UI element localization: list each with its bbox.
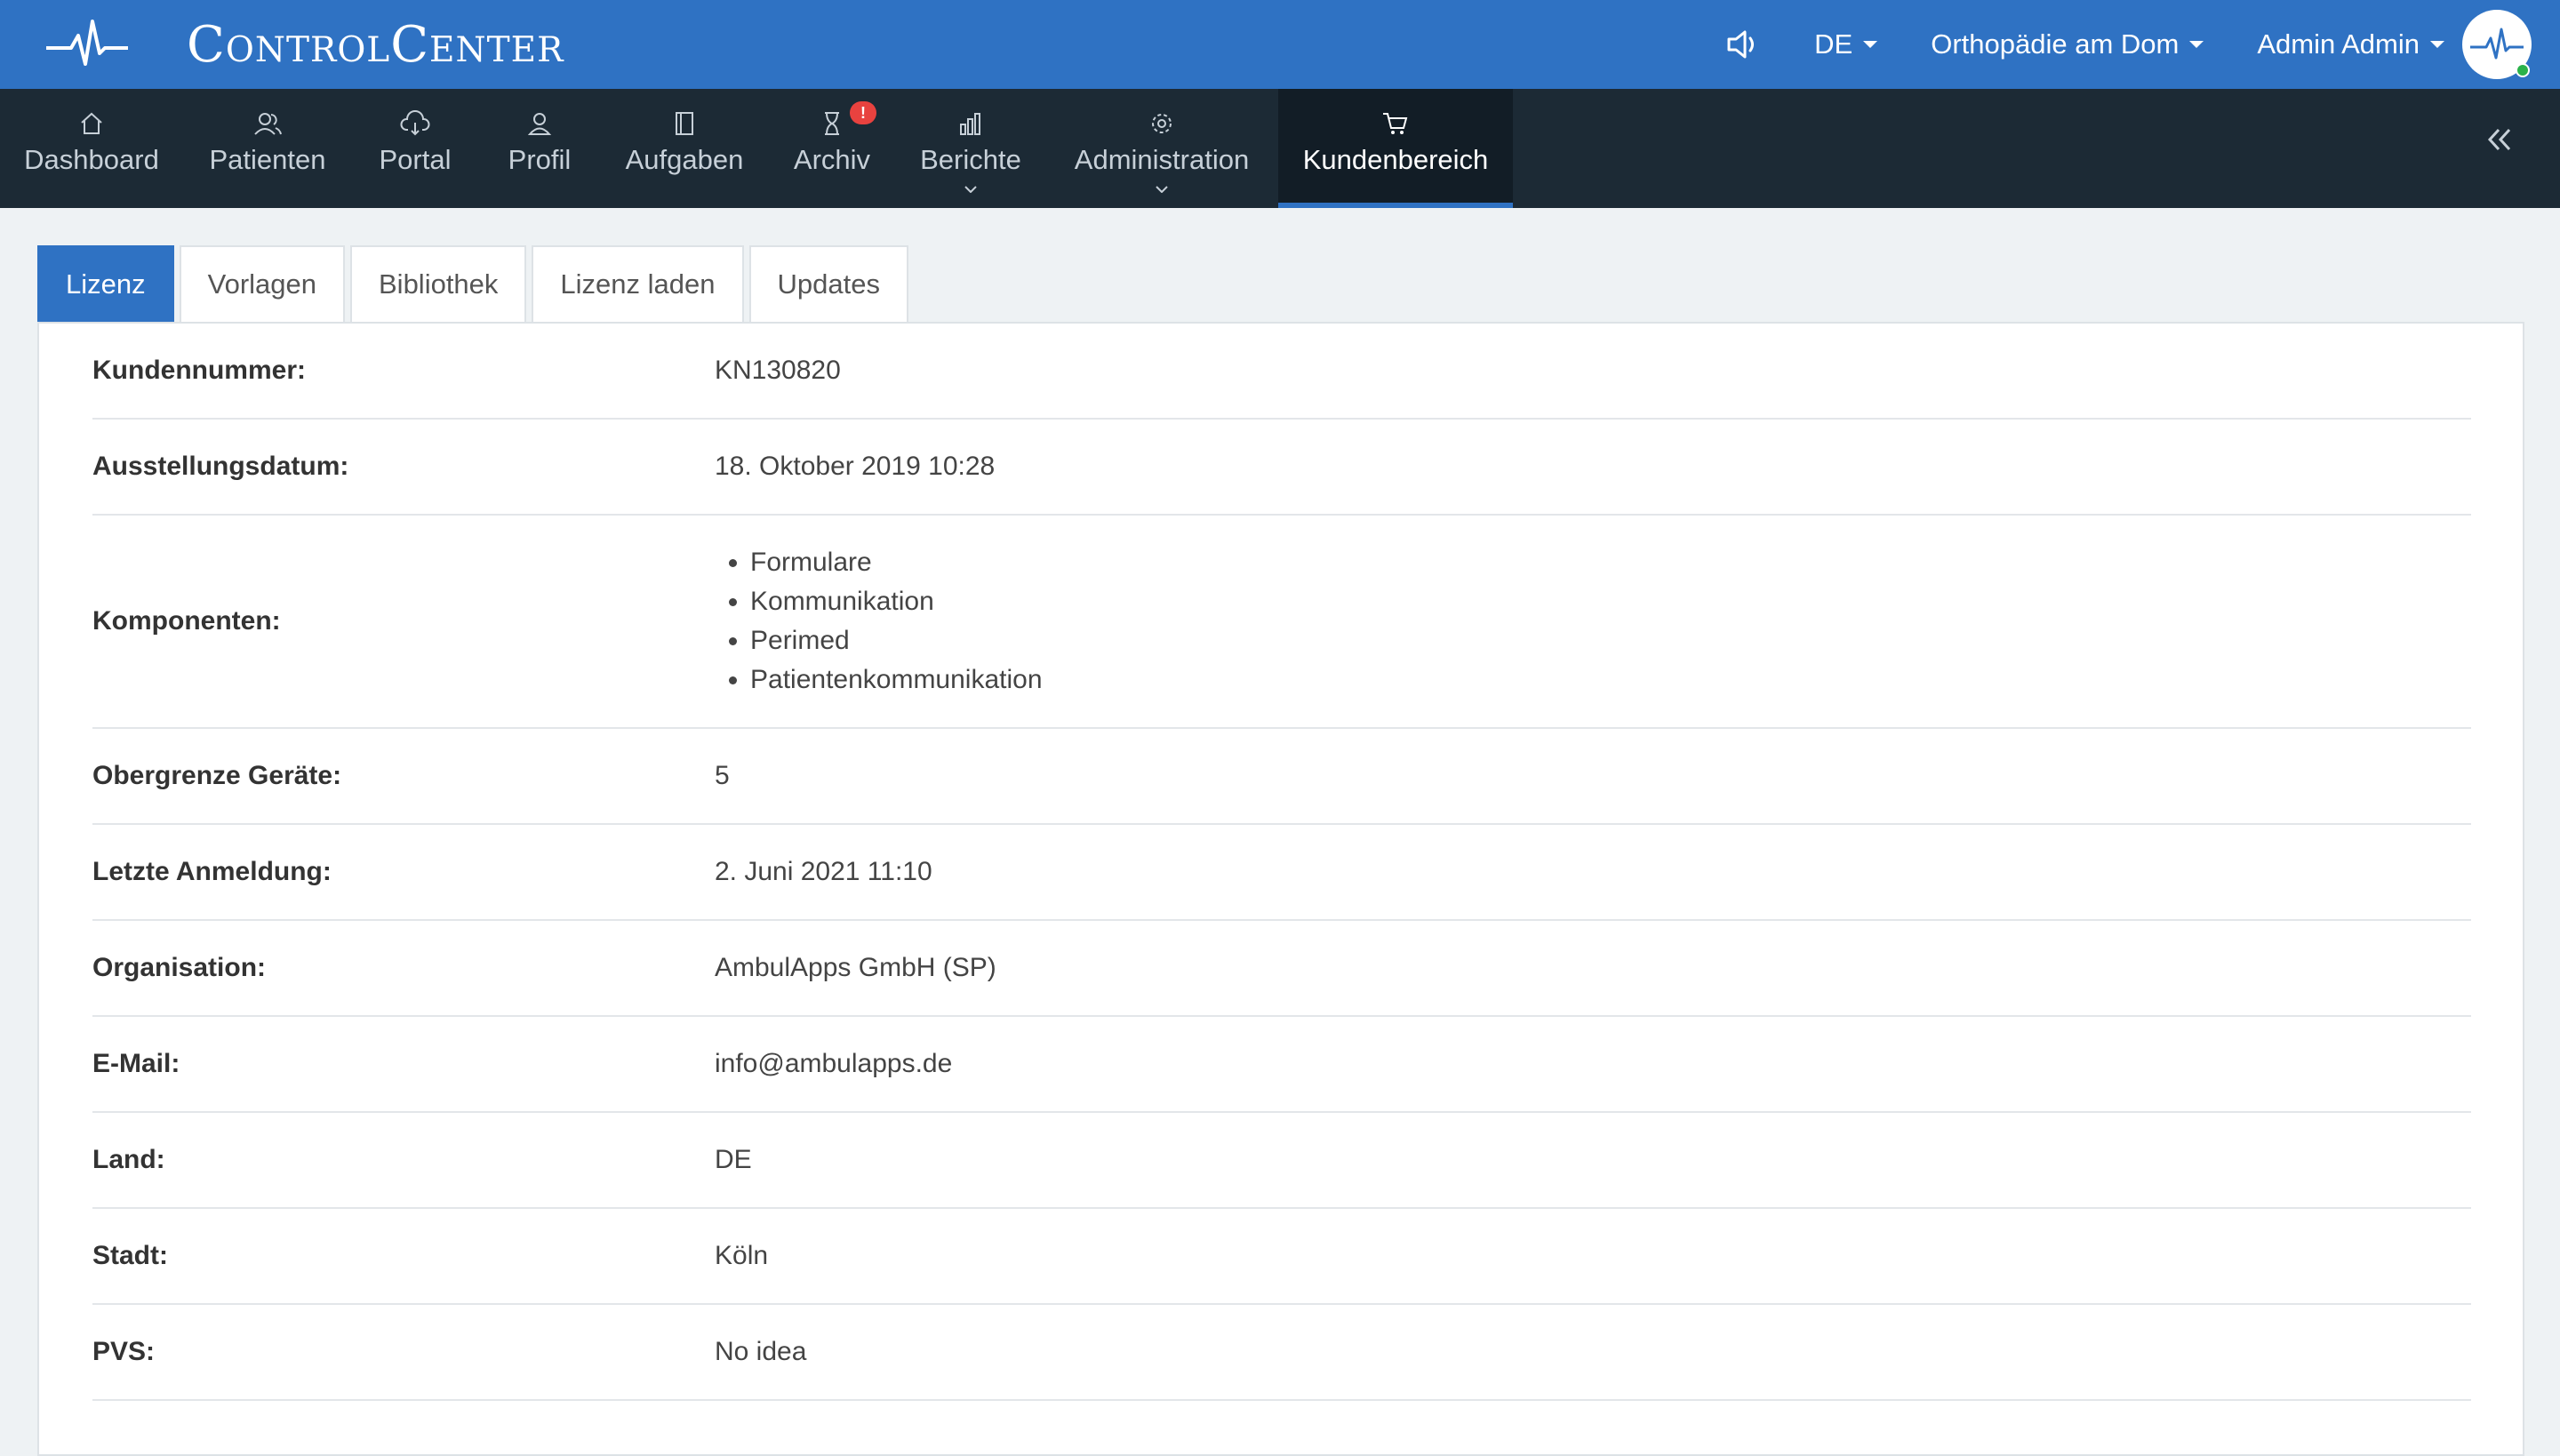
tab-lizenz-laden[interactable]: Lizenz laden (532, 245, 744, 322)
language-label: DE (1814, 28, 1853, 60)
row-label: E-Mail: (92, 1049, 180, 1078)
row-label: Kundennummer: (92, 356, 306, 385)
users-icon (252, 108, 283, 139)
list-item: Patientenkommunikation (750, 660, 1043, 700)
nav-portal[interactable]: Portal (352, 89, 478, 208)
row-label: Letzte Anmeldung: (92, 857, 332, 886)
notebook-icon (673, 108, 696, 139)
avatar[interactable] (2462, 10, 2532, 79)
row-value: 5 (715, 761, 730, 790)
nav-label: Portal (379, 144, 452, 175)
nav-kundenbereich[interactable]: Kundenbereich (1278, 89, 1513, 208)
row-value: Köln (715, 1241, 769, 1270)
heartbeat-avatar-icon (2470, 28, 2524, 60)
chevron-down-icon (964, 181, 977, 197)
row-label: PVS: (92, 1337, 156, 1366)
license-row-email: E-Mail: info@ambulapps.de (92, 1017, 2471, 1113)
main-nav: Dashboard Patienten Portal Profil Aufgab… (0, 89, 2560, 208)
nav-administration[interactable]: Administration (1045, 89, 1278, 208)
tab-lizenz[interactable]: Lizenz (37, 245, 174, 322)
row-value: info@ambulapps.de (715, 1049, 953, 1078)
license-row-components: Komponenten: Formulare Kommunikation Per… (92, 516, 2471, 729)
heartbeat-logo-icon (46, 20, 128, 66)
user-dropdown[interactable]: Admin Admin (2257, 28, 2444, 60)
chevron-down-icon (2430, 41, 2444, 48)
nav-aufgaben[interactable]: Aufgaben (601, 89, 768, 208)
user-name: Admin Admin (2257, 28, 2420, 60)
license-row-country: Land: DE (92, 1113, 2471, 1209)
bar-chart-icon (957, 108, 984, 139)
license-row-last-login: Letzte Anmeldung: 2. Juni 2021 11:10 (92, 825, 2471, 921)
language-dropdown[interactable]: DE (1814, 28, 1878, 60)
top-bar: ControlCenter DE Orthopädie am Dom Admin… (0, 0, 2560, 89)
row-value: 18. Oktober 2019 10:28 (715, 452, 996, 481)
user-icon (526, 108, 553, 139)
nav-profil[interactable]: Profil (478, 89, 601, 208)
nav-label: Administration (1074, 144, 1250, 175)
list-item: Kommunikation (750, 582, 1043, 621)
row-label: Ausstellungsdatum: (92, 452, 349, 481)
components-list: Formulare Kommunikation Perimed Patiente… (715, 543, 1043, 700)
notification-badge: ! (850, 101, 876, 124)
chevron-down-icon (1863, 41, 1878, 48)
home-icon (78, 108, 105, 139)
license-row-device-limit: Obergrenze Geräte: 5 (92, 729, 2471, 825)
tab-updates[interactable]: Updates (748, 245, 908, 322)
practice-dropdown[interactable]: Orthopädie am Dom (1931, 28, 2204, 60)
chevron-down-icon (2189, 41, 2204, 48)
double-chevron-left-icon (2487, 128, 2511, 151)
row-value: AmbulApps GmbH (SP) (715, 953, 996, 982)
tab-bibliothek[interactable]: Bibliothek (350, 245, 527, 322)
license-row-city: Stadt: Köln (92, 1209, 2471, 1305)
online-status-dot (2516, 63, 2530, 77)
row-label: Komponenten: (92, 606, 281, 636)
cart-icon (1381, 108, 1410, 139)
nav-label: Kundenbereich (1302, 144, 1489, 175)
row-value: KN130820 (715, 356, 841, 385)
hourglass-icon (820, 108, 844, 139)
row-label: Stadt: (92, 1241, 168, 1270)
list-item: Formulare (750, 543, 1043, 582)
collapse-nav-button[interactable] (2485, 126, 2514, 157)
nav-patienten[interactable]: Patienten (183, 89, 352, 208)
brand[interactable]: ControlCenter (46, 9, 564, 80)
nav-label: Archiv (793, 144, 871, 175)
practice-label: Orthopädie am Dom (1931, 28, 2180, 60)
license-row-organisation: Organisation: AmbulApps GmbH (SP) (92, 921, 2471, 1017)
app-title: ControlCenter (187, 15, 564, 74)
license-panel: Kundennummer: KN130820 Ausstellungsdatum… (37, 322, 2524, 1456)
nav-label: Profil (508, 144, 572, 175)
license-row-issue-date: Ausstellungsdatum: 18. Oktober 2019 10:2… (92, 420, 2471, 516)
tab-bar: Lizenz Vorlagen Bibliothek Lizenz laden … (37, 245, 914, 322)
row-label: Obergrenze Geräte: (92, 761, 342, 790)
gear-icon (1148, 108, 1175, 139)
cloud-icon (400, 108, 430, 139)
sound-button[interactable] (1725, 28, 1761, 60)
row-value: DE (715, 1145, 752, 1174)
list-item: Perimed (750, 621, 1043, 660)
tab-vorlagen[interactable]: Vorlagen (179, 245, 345, 322)
nav-label: Patienten (209, 144, 326, 175)
row-value: 2. Juni 2021 11:10 (715, 857, 932, 886)
nav-archiv[interactable]: Archiv ! (768, 89, 896, 208)
speaker-icon (1727, 30, 1755, 59)
nav-berichte[interactable]: Berichte (896, 89, 1045, 208)
row-label: Land: (92, 1145, 165, 1174)
nav-label: Aufgaben (625, 144, 744, 175)
row-value: No idea (715, 1337, 807, 1366)
license-row-pvs: PVS: No idea (92, 1305, 2471, 1401)
row-label: Organisation: (92, 953, 267, 982)
nav-label: Berichte (920, 144, 1021, 175)
chevron-down-icon (1156, 181, 1168, 197)
nav-label: Dashboard (24, 144, 159, 175)
nav-dashboard[interactable]: Dashboard (0, 89, 183, 208)
license-row-customer-number: Kundennummer: KN130820 (92, 324, 2471, 420)
